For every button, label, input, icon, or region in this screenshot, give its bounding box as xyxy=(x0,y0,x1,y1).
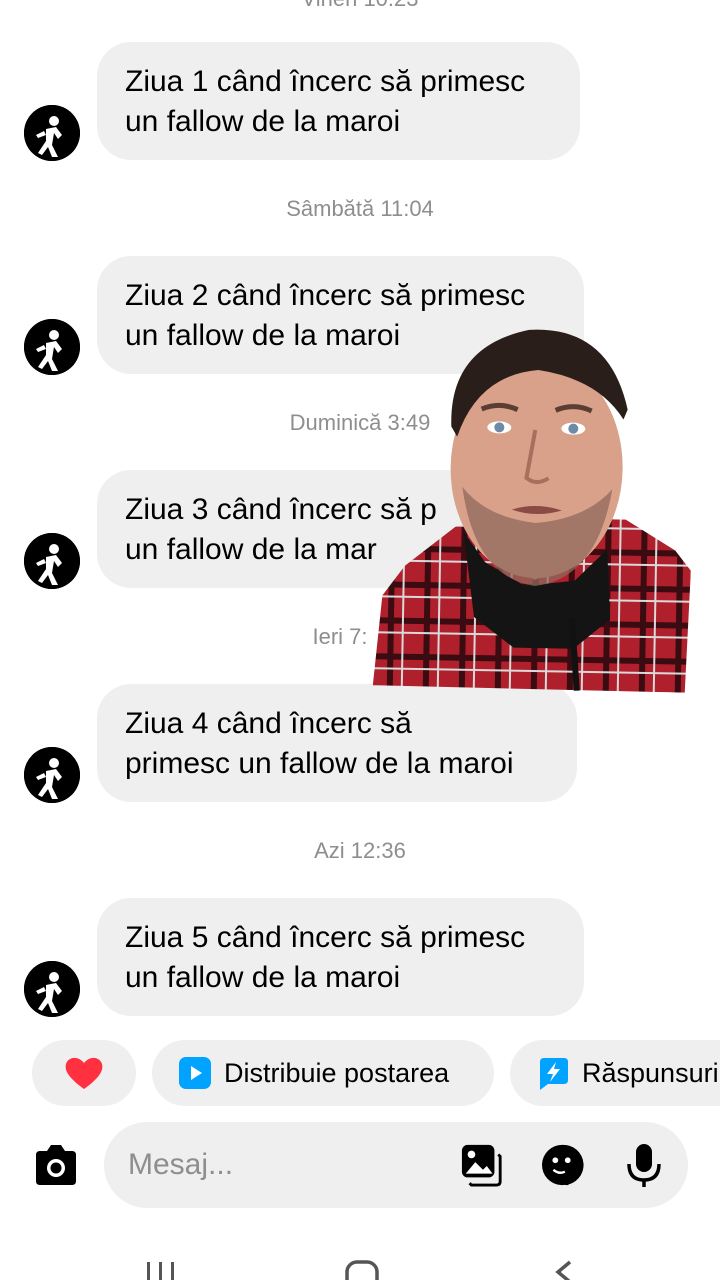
camera-button[interactable] xyxy=(32,1143,80,1187)
back-button[interactable] xyxy=(550,1258,576,1280)
home-icon xyxy=(345,1260,379,1280)
avatar[interactable] xyxy=(24,319,80,375)
back-chevron-icon xyxy=(555,1260,572,1280)
share-post-button[interactable]: Distribuie postarea xyxy=(152,1040,494,1106)
avatar-figure-icon xyxy=(24,319,80,375)
quick-replies-button[interactable]: Răspunsuri xyxy=(510,1040,720,1106)
system-navigation-bar xyxy=(0,1244,720,1280)
avatar[interactable] xyxy=(24,105,80,161)
play-icon xyxy=(178,1056,212,1090)
message-bubble-1[interactable]: Ziua 1 când încerc să primesc un fallow … xyxy=(97,42,580,160)
home-button[interactable] xyxy=(344,1258,380,1280)
avatar[interactable] xyxy=(24,747,80,803)
bolt-icon xyxy=(536,1056,570,1090)
heart-icon xyxy=(65,1057,103,1089)
avatar[interactable] xyxy=(24,533,80,589)
share-post-label: Distribuie postarea xyxy=(224,1057,450,1088)
avatar-figure-icon xyxy=(24,533,80,589)
camera-icon xyxy=(36,1145,76,1185)
message-bubble-5[interactable]: Ziua 5 când încerc să primesc un fallow … xyxy=(97,898,584,1016)
timestamp-top: Vineri 10:23 xyxy=(0,0,720,12)
avatar-figure-icon xyxy=(24,747,80,803)
avatar[interactable] xyxy=(24,961,80,1017)
recent-apps-icon xyxy=(147,1262,174,1280)
timestamp-2: Sâmbătă 11:04 xyxy=(286,196,434,221)
quick-actions-row: Distribuie postarea Răspunsuri xyxy=(0,1040,720,1106)
sticker-button[interactable] xyxy=(540,1143,584,1187)
message-input[interactable] xyxy=(128,1142,448,1188)
heart-reaction-button[interactable] xyxy=(32,1040,136,1106)
microphone-button[interactable] xyxy=(622,1143,666,1187)
gallery-button[interactable] xyxy=(460,1143,504,1187)
message-composer xyxy=(104,1122,688,1208)
recent-apps-button[interactable] xyxy=(144,1258,178,1280)
person-illustration xyxy=(372,329,691,693)
timestamp-5: Azi 12:36 xyxy=(314,838,406,863)
avatar-figure-icon xyxy=(24,105,80,161)
quick-replies-label: Răspunsuri xyxy=(582,1057,719,1088)
sticker-icon xyxy=(542,1144,584,1186)
person-overlay xyxy=(372,315,695,693)
avatar-figure-icon xyxy=(24,961,80,1017)
gallery-icon xyxy=(461,1144,502,1187)
message-bubble-4[interactable]: Ziua 4 când încerc să primesc un fallow … xyxy=(97,684,577,802)
microphone-icon xyxy=(627,1144,661,1187)
